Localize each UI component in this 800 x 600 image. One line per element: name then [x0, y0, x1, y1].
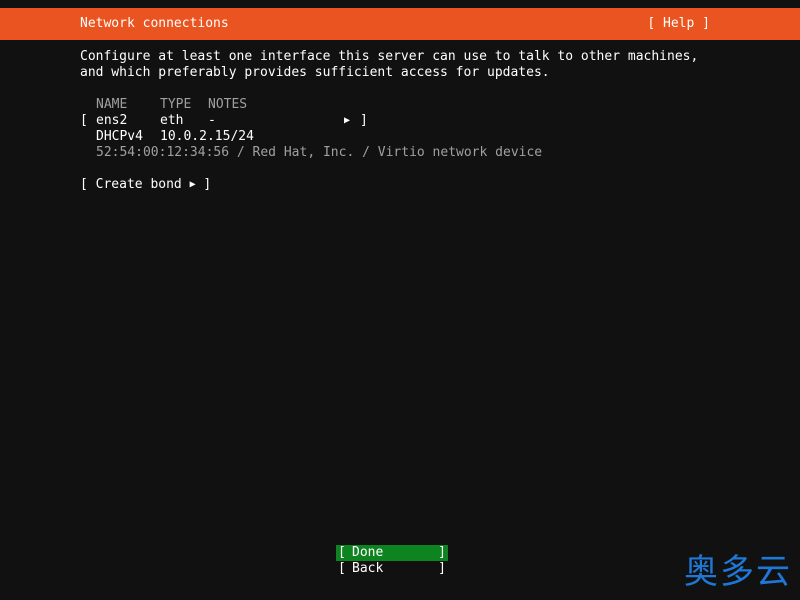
description-line-2: and which preferably provides sufficient… [80, 65, 550, 80]
help-button[interactable]: [ Help ] [647, 16, 710, 32]
create-bond-arrow-icon: ▶ [189, 179, 196, 190]
row-open-bracket: [ [80, 113, 88, 128]
header-bar: Network connections [ Help ] [0, 8, 800, 40]
description-line-1: Configure at least one interface this se… [80, 49, 699, 64]
create-bond-label: Create bond [95, 177, 182, 192]
row-close-bracket: ] [360, 113, 368, 128]
address-value: 10.0.2.15/24 [160, 129, 254, 144]
done-label: Done [352, 545, 384, 560]
interface-name: ens2 [96, 113, 128, 128]
address-type: DHCPv4 [96, 129, 143, 144]
installer-screen: Network connections [ Help ] Configure a… [0, 0, 800, 600]
hardware-info: 52:54:00:12:34:56 / Red Hat, Inc. / Virt… [96, 145, 543, 160]
column-header-notes: NOTES [208, 97, 248, 112]
back-button[interactable]: [ Back ] [336, 561, 448, 577]
watermark-logo: 奥多云 [684, 552, 792, 592]
column-header-type: TYPE [160, 97, 192, 112]
column-header-name: NAME [96, 97, 128, 112]
page-title: Network connections [80, 16, 229, 31]
interface-type: eth [160, 113, 184, 128]
create-bond-button[interactable]: [ Create bond ▶ ] [80, 177, 211, 193]
interface-notes: - [208, 113, 216, 128]
done-button[interactable]: [ Done ] [336, 545, 448, 561]
expand-arrow-icon[interactable]: ▶ [344, 113, 350, 129]
back-label: Back [352, 561, 384, 576]
